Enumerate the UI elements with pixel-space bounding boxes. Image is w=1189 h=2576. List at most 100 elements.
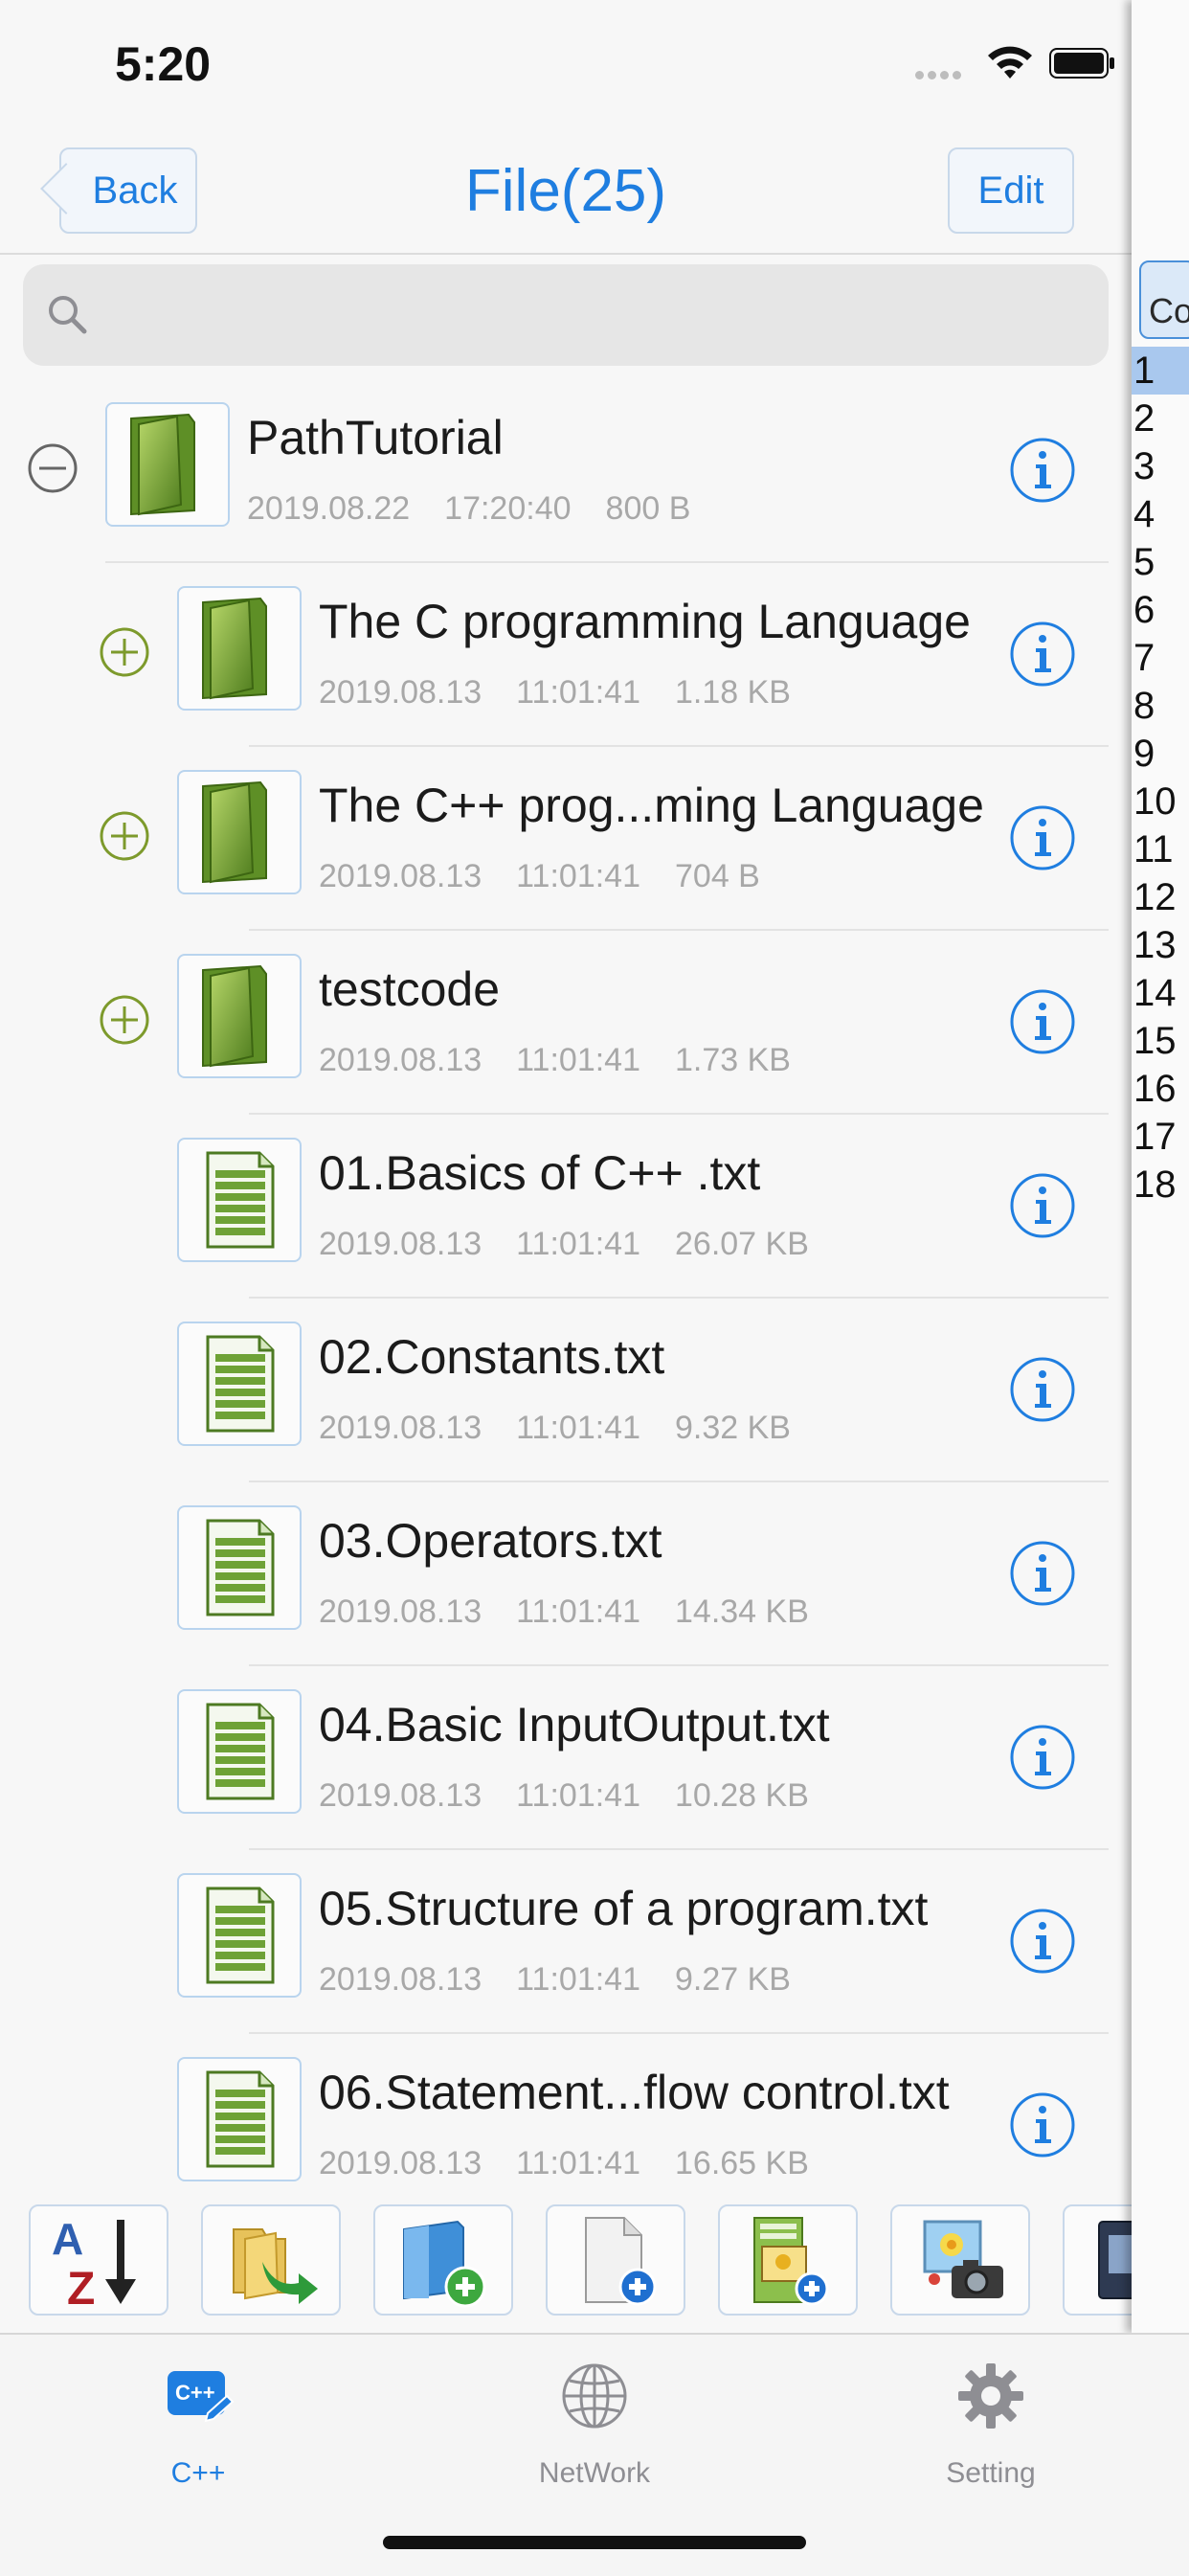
index-item[interactable]: 1 <box>1132 347 1189 395</box>
item-meta: 2019.08.13 11:01:41 9.27 KB <box>319 1961 825 1999</box>
file-thumbnail <box>177 1689 302 1814</box>
info-button[interactable] <box>1009 1908 1076 1975</box>
index-item[interactable]: 10 <box>1132 778 1189 825</box>
tab-cpp[interactable]: C++ C++ <box>0 2335 396 2497</box>
folder-icon <box>202 597 267 700</box>
expand-button[interactable] <box>99 994 150 1046</box>
camera-photo-button[interactable] <box>890 2204 1030 2316</box>
index-item[interactable]: 11 <box>1132 825 1189 873</box>
folder-thumbnail <box>177 954 302 1078</box>
item-time: 11:01:41 <box>516 1042 640 1078</box>
info-button[interactable] <box>1009 1540 1076 1607</box>
list-item[interactable]: 05.Structure of a program.txt 2019.08.13 1… <box>0 1850 1132 2034</box>
action-toolbar: A Z <box>0 2185 1132 2333</box>
index-item[interactable]: 8 <box>1132 682 1189 730</box>
list-item[interactable]: PathTutorial 2019.08.22 17:20:40 800 B <box>0 379 1132 563</box>
folder-icon <box>130 413 195 516</box>
info-button[interactable] <box>1009 1356 1076 1423</box>
edit-button[interactable]: Edit <box>948 147 1074 234</box>
search-bar <box>23 264 1109 366</box>
list-item[interactable]: testcode 2019.08.13 11:01:41 1.73 KB <box>0 931 1132 1115</box>
cellular-signal-icon <box>915 67 973 79</box>
item-date: 2019.08.13 <box>319 858 482 894</box>
item-date: 2019.08.13 <box>319 674 482 711</box>
info-button[interactable] <box>1009 2091 1076 2158</box>
index-item[interactable]: 9 <box>1132 730 1189 778</box>
new-file-button[interactable] <box>546 2204 685 2316</box>
index-item[interactable]: 15 <box>1132 1017 1189 1065</box>
item-date: 2019.08.13 <box>319 1593 482 1630</box>
text-file-icon <box>206 1519 275 1616</box>
add-image-file-button[interactable] <box>718 2204 858 2316</box>
search-input[interactable] <box>109 283 1080 349</box>
expand-button[interactable] <box>99 810 150 862</box>
item-time: 11:01:41 <box>516 1226 640 1262</box>
item-size: 26.07 KB <box>675 1226 809 1262</box>
list-item[interactable]: 03.Operators.txt 2019.08.13 11:01:41 14.34 … <box>0 1482 1132 1666</box>
info-icon <box>1010 1357 1075 1422</box>
folder-icon <box>202 780 267 884</box>
index-item[interactable]: 17 <box>1132 1113 1189 1161</box>
info-button[interactable] <box>1009 437 1076 504</box>
list-item[interactable]: The C++ prog...ming Language 2019.08.13 11… <box>0 747 1132 931</box>
item-name: testcode <box>319 962 501 1016</box>
tab-cpp-label: C++ <box>170 2457 226 2489</box>
list-item[interactable]: The C programming Language 2019.08.13 11:0… <box>0 563 1132 747</box>
item-size: 9.27 KB <box>675 1961 791 1998</box>
index-item[interactable]: 3 <box>1132 442 1189 490</box>
tab-network-label: NetWork <box>538 2457 651 2489</box>
item-meta: 2019.08.22 17:20:40 800 B <box>247 490 725 528</box>
info-button[interactable] <box>1009 988 1076 1055</box>
book-button[interactable] <box>1063 2204 1132 2316</box>
index-item[interactable]: 2 <box>1132 395 1189 442</box>
index-header[interactable]: Co <box>1139 260 1189 339</box>
file-thumbnail <box>177 1322 302 1446</box>
list-item[interactable]: 04.Basic InputOutput.txt 2019.08.13 11:01:… <box>0 1666 1132 1850</box>
sort-az-button[interactable]: A Z <box>29 2204 168 2316</box>
tab-setting-label: Setting <box>946 2457 1036 2489</box>
new-file-icon <box>585 2217 657 2306</box>
item-date: 2019.08.22 <box>247 490 411 527</box>
tab-setting[interactable]: Setting <box>793 2335 1189 2497</box>
item-meta: 2019.08.13 11:01:41 16.65 KB <box>319 2145 843 2182</box>
text-file-icon <box>206 1151 275 1249</box>
folder-thumbnail <box>177 586 302 711</box>
svg-text:C++: C++ <box>175 2381 215 2405</box>
list-item[interactable]: 06.Statement...flow control.txt 2019.08.1… <box>0 2034 1132 2183</box>
index-item[interactable]: 14 <box>1132 969 1189 1017</box>
item-time: 11:01:41 <box>516 1410 640 1446</box>
info-button[interactable] <box>1009 804 1076 871</box>
info-button[interactable] <box>1009 621 1076 688</box>
move-button[interactable] <box>201 2204 341 2316</box>
info-button[interactable] <box>1009 1172 1076 1239</box>
expand-icon <box>100 995 149 1045</box>
index-item[interactable]: 4 <box>1132 490 1189 538</box>
index-item[interactable]: 13 <box>1132 921 1189 969</box>
index-item[interactable]: 16 <box>1132 1065 1189 1113</box>
index-item[interactable]: 6 <box>1132 586 1189 634</box>
info-icon <box>1010 805 1075 870</box>
expand-button[interactable] <box>99 626 150 678</box>
text-file-icon <box>206 1703 275 1800</box>
tab-network[interactable]: NetWork <box>396 2335 793 2497</box>
item-size: 704 B <box>675 858 760 894</box>
navigation-bar: Back File(25) Edit <box>0 134 1132 255</box>
index-item[interactable]: 7 <box>1132 634 1189 682</box>
index-item[interactable]: 5 <box>1132 538 1189 586</box>
index-item[interactable]: 18 <box>1132 1161 1189 1209</box>
list-item[interactable]: 02.Constants.txt 2019.08.13 11:01:41 9.32 K… <box>0 1299 1132 1482</box>
svg-text:A: A <box>52 2214 83 2264</box>
item-name: PathTutorial <box>247 411 504 464</box>
item-name: 03.Operators.txt <box>319 1514 662 1568</box>
item-name: 05.Structure of a program.txt <box>319 1882 929 1935</box>
file-thumbnail <box>177 1505 302 1630</box>
item-meta: 2019.08.13 11:01:41 1.73 KB <box>319 1042 825 1079</box>
new-folder-button[interactable] <box>373 2204 513 2316</box>
collapse-button[interactable] <box>27 442 79 494</box>
list-item[interactable]: 01.Basics of C++ .txt 2019.08.13 11:01:41 2… <box>0 1115 1132 1299</box>
item-size: 800 B <box>605 490 691 527</box>
item-name: 06.Statement...flow control.txt <box>319 2066 950 2119</box>
index-item[interactable]: 12 <box>1132 873 1189 921</box>
item-meta: 2019.08.13 11:01:41 26.07 KB <box>319 1226 843 1263</box>
info-button[interactable] <box>1009 1724 1076 1791</box>
